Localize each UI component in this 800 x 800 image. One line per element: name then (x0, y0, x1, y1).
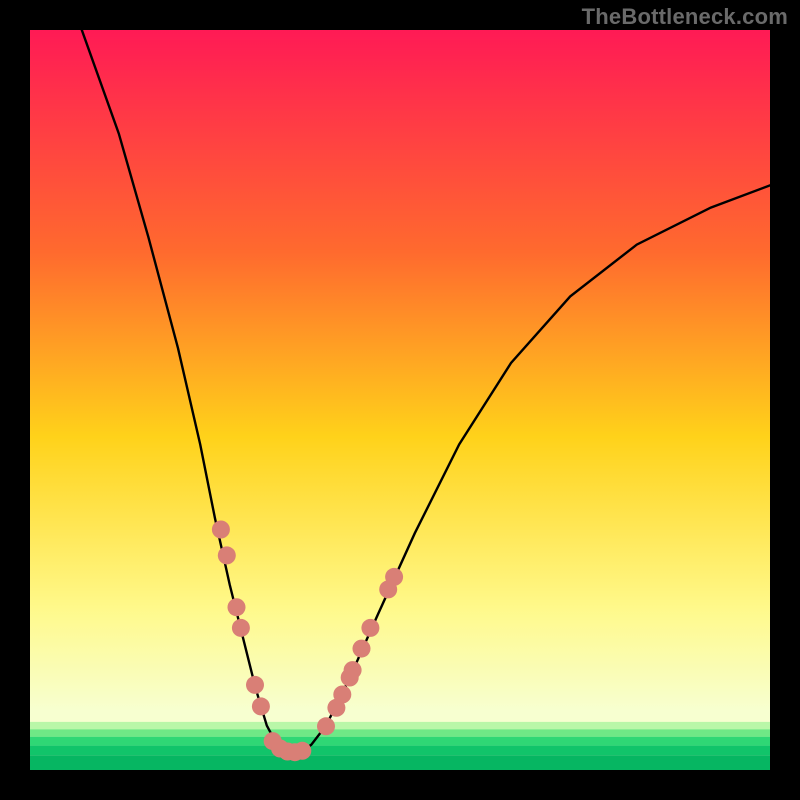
green-band-2 (30, 729, 770, 736)
green-band-3 (30, 737, 770, 746)
green-band-5 (30, 755, 770, 770)
data-marker (246, 676, 264, 694)
green-band-4 (30, 746, 770, 756)
data-marker (252, 697, 270, 715)
data-marker (317, 717, 335, 735)
data-marker (293, 742, 311, 760)
plot-area (30, 30, 770, 770)
green-band-1 (30, 722, 770, 729)
gradient-background (30, 30, 770, 770)
data-marker (344, 661, 362, 679)
data-marker (212, 521, 230, 539)
data-marker (385, 568, 403, 586)
data-marker (218, 546, 236, 564)
data-marker (361, 619, 379, 637)
data-marker (333, 686, 351, 704)
chart-svg (30, 30, 770, 770)
watermark-label: TheBottleneck.com (582, 4, 788, 30)
data-marker (353, 640, 371, 658)
chart-frame: TheBottleneck.com (0, 0, 800, 800)
data-marker (232, 619, 250, 637)
data-marker (228, 598, 246, 616)
